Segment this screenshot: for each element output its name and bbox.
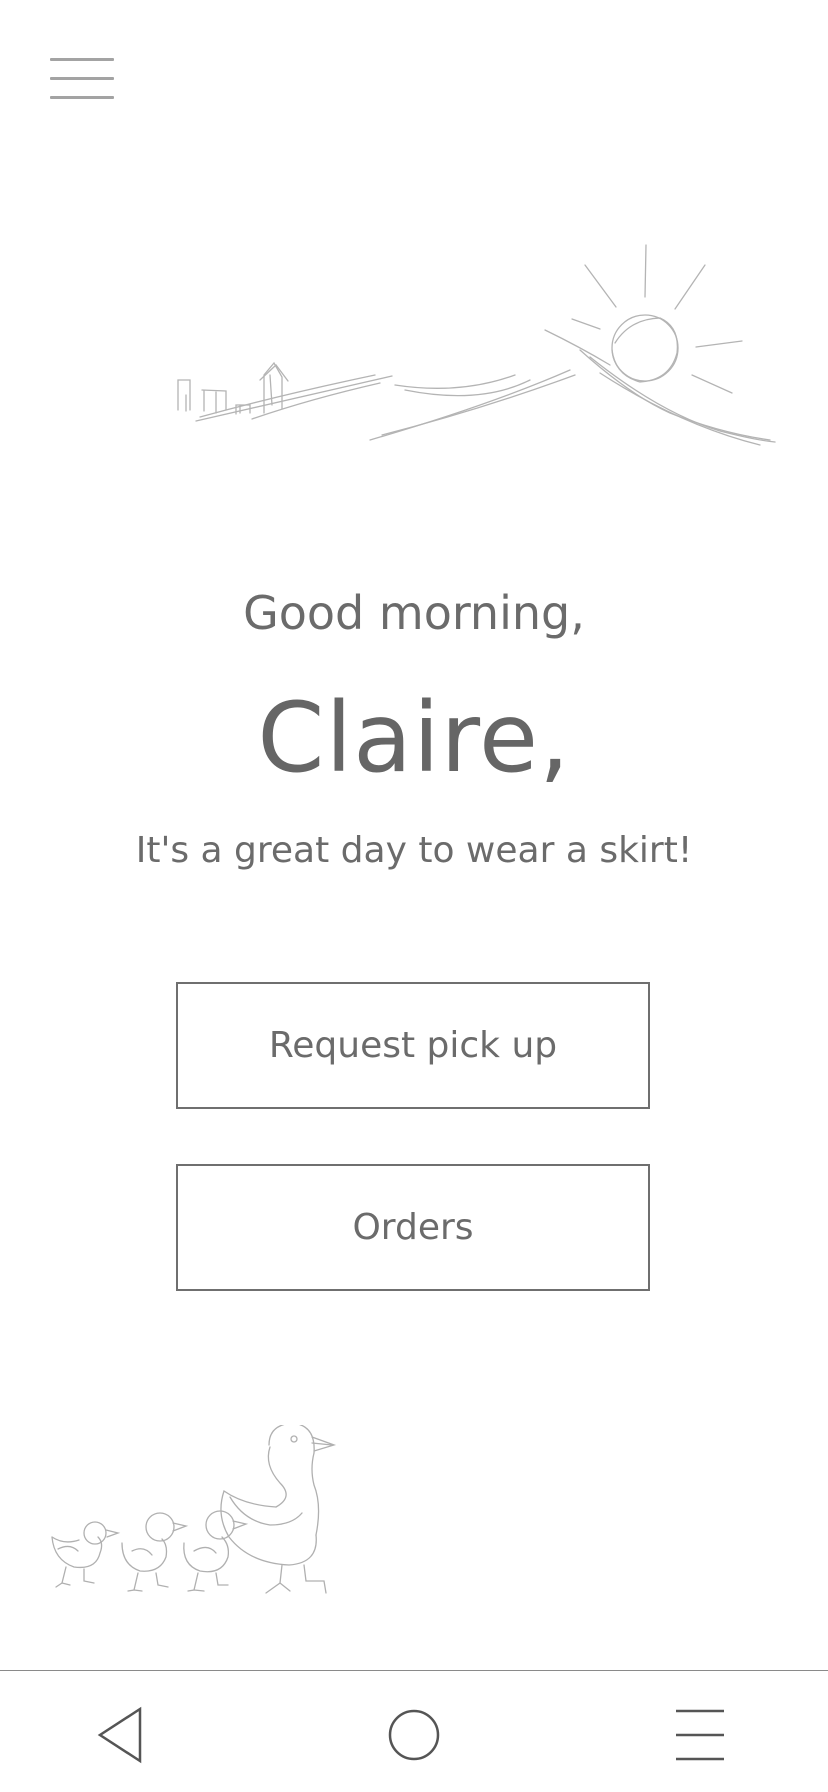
home-screen: Good morning, Claire, It's a great day t… [0,0,828,1792]
orders-button[interactable]: Orders [176,1164,650,1291]
ducks-sketch-illustration [51,1425,337,1594]
home-circle-icon[interactable] [378,1701,450,1769]
user-name: Claire, [257,682,571,794]
greeting-salutation: Good morning, [243,586,585,640]
sunrise-sketch-illustration [177,244,776,446]
menu-lines-icon[interactable] [664,1701,736,1769]
hamburger-menu-icon[interactable] [46,54,118,104]
back-triangle-icon[interactable] [84,1701,156,1769]
request-pickup-button[interactable]: Request pick up [176,982,650,1109]
system-nav-bar [0,1670,828,1792]
greeting-message: It's a great day to wear a skirt! [135,830,693,871]
